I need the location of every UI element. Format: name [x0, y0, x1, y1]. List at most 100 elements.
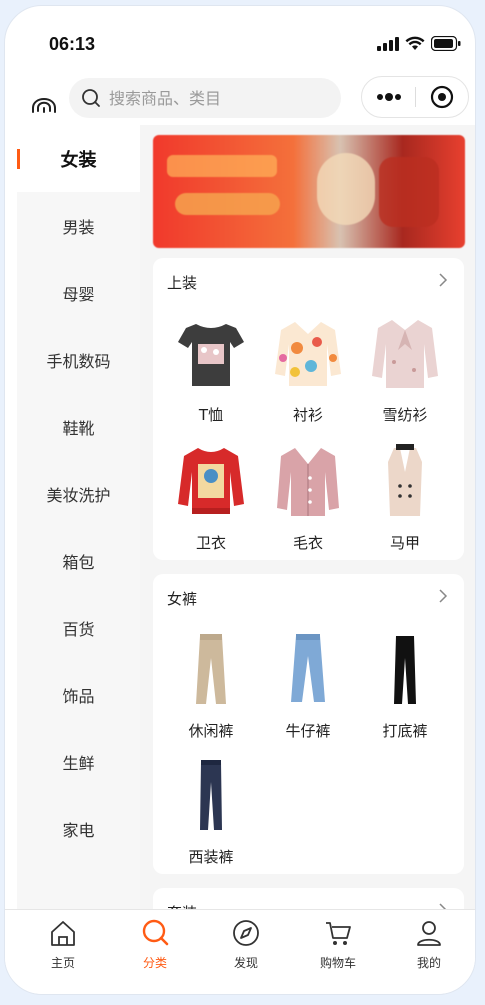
close-miniapp-button[interactable] [416, 77, 468, 117]
search-bar[interactable] [69, 78, 341, 118]
more-button[interactable] [362, 77, 415, 117]
wifi-icon [405, 36, 425, 50]
category-search-icon [142, 919, 169, 946]
category-item-sweatshirt[interactable]: 卫衣 [171, 442, 251, 553]
item-label: 打底裤 [382, 722, 428, 740]
sidebar-item-fresh[interactable]: 生鲜 [17, 728, 140, 795]
category-item-vest[interactable]: 马甲 [365, 442, 445, 553]
sidebar-item-shoes[interactable]: 鞋靴 [17, 393, 140, 460]
chevron-right-icon[interactable] [436, 272, 450, 288]
sidebar-item-label: 箱包 [62, 552, 95, 572]
target-close-icon [430, 85, 454, 109]
section-title: 女裤 [167, 590, 198, 608]
sidebar-item-label: 生鲜 [62, 753, 95, 773]
tab-label: 发现 [233, 956, 258, 970]
status-time: 06:13 [49, 34, 96, 54]
category-item-shirt[interactable]: 衬衫 [268, 314, 348, 425]
sidebar-item-women[interactable]: 女装 [17, 125, 140, 192]
jeans-icon [291, 634, 325, 702]
category-content: 上装 T恤 衬衫 雪纺衫 卫衣 毛衣 马甲 女裤 休闲裤 牛仔裤 打底裤 西装裤 [140, 125, 475, 911]
header [5, 76, 475, 124]
tab-category[interactable]: 分类 [115, 918, 195, 971]
item-label: 马甲 [389, 534, 420, 552]
device-frame: 06:13 搜索商品、类目 女装 男装 母婴 手机数码 鞋靴 美妆洗护 箱包 百… [0, 0, 485, 1005]
tab-label: 主页 [50, 956, 75, 970]
miniapp-capsule [361, 76, 469, 118]
tab-home[interactable]: 主页 [23, 918, 103, 971]
sweatshirt-icon [178, 448, 244, 514]
tab-discover[interactable]: 发现 [206, 918, 286, 971]
sidebar-item-digital[interactable]: 手机数码 [17, 326, 140, 393]
sidebar-item-label: 饰品 [62, 686, 95, 706]
category-item-jeans[interactable]: 牛仔裤 [268, 630, 348, 741]
banner-headline-blur [167, 155, 277, 177]
category-sidebar: 女装 男装 母婴 手机数码 鞋靴 美妆洗护 箱包 百货 饰品 生鲜 家电 [17, 125, 140, 911]
category-item-chiffon[interactable]: 雪纺衫 [365, 314, 445, 425]
banner-product-blur [317, 153, 375, 225]
compass-icon [233, 920, 259, 946]
shirt-icon [275, 322, 341, 386]
sidebar-item-beauty[interactable]: 美妆洗护 [17, 460, 140, 527]
item-label: 雪纺衫 [382, 406, 428, 424]
sidebar-item-label: 家电 [62, 820, 95, 840]
item-label: T恤 [198, 406, 224, 424]
banner-button-blur [175, 193, 280, 215]
category-item-leggings[interactable]: 打底裤 [365, 630, 445, 741]
item-label: 休闲裤 [188, 722, 234, 740]
sidebar-item-label: 百货 [62, 619, 95, 639]
sidebar-item-appliances[interactable]: 家电 [17, 795, 140, 862]
sidebar-item-label: 母婴 [62, 284, 95, 304]
search-icon [82, 89, 100, 107]
tab-label: 购物车 [319, 956, 356, 970]
casual-pants-icon [196, 634, 226, 704]
sidebar-item-baby[interactable]: 母婴 [17, 259, 140, 326]
more-dots-icon [376, 93, 401, 101]
sidebar-item-jewelry[interactable]: 饰品 [17, 661, 140, 728]
category-item-casual-pants[interactable]: 休闲裤 [171, 630, 251, 741]
section-card-tops: 上装 T恤 衬衫 雪纺衫 卫衣 毛衣 马甲 [153, 258, 464, 560]
section-title: 上装 [167, 274, 198, 292]
status-bar: 06:13 [5, 6, 475, 76]
battery-icon [431, 36, 461, 51]
tab-label: 我的 [416, 956, 441, 970]
sidebar-item-general[interactable]: 百货 [17, 594, 140, 661]
sidebar-item-label: 美妆洗护 [46, 485, 111, 505]
sidebar-item-label: 手机数码 [46, 351, 111, 371]
bottom-tab-bar: 主页 分类 发现 购物车 我的 [5, 909, 475, 994]
phone-screen: 06:13 搜索商品、类目 女装 男装 母婴 手机数码 鞋靴 美妆洗护 箱包 百… [4, 5, 476, 995]
tab-profile[interactable]: 我的 [389, 918, 469, 971]
sidebar-item-label: 男装 [62, 217, 95, 237]
banner-product-blur [379, 157, 439, 227]
signal-icon [377, 36, 399, 51]
search-input[interactable] [109, 88, 309, 108]
promo-banner[interactable] [153, 135, 465, 248]
sweater-icon [277, 448, 339, 516]
item-label: 西装裤 [188, 848, 234, 866]
item-label: 毛衣 [292, 534, 323, 552]
tab-cart[interactable]: 购物车 [298, 918, 378, 971]
chiffon-blouse-icon [372, 320, 438, 388]
vest-icon [388, 444, 422, 516]
category-item-tshirt[interactable]: T恤 [171, 314, 251, 425]
sidebar-item-label: 鞋靴 [62, 418, 95, 438]
chevron-right-icon[interactable] [436, 588, 450, 604]
leggings-icon [394, 636, 416, 704]
home-icon [51, 921, 75, 946]
profile-icon [417, 921, 441, 946]
sidebar-item-label: 女装 [60, 149, 97, 171]
logo-icon[interactable] [29, 86, 59, 116]
item-label: 牛仔裤 [285, 722, 331, 740]
section-card-pants: 女裤 休闲裤 牛仔裤 打底裤 西装裤 [153, 574, 464, 874]
section-card-sets: 套装 [153, 888, 464, 911]
suit-pants-icon [200, 760, 222, 830]
sidebar-item-bags[interactable]: 箱包 [17, 527, 140, 594]
tshirt-icon [178, 324, 244, 386]
cart-icon [326, 922, 351, 945]
tab-label: 分类 [142, 956, 167, 970]
status-icons [377, 36, 461, 51]
sidebar-item-men[interactable]: 男装 [17, 192, 140, 259]
item-label: 卫衣 [195, 534, 226, 552]
item-label: 衬衫 [292, 406, 323, 424]
category-item-suit-pants[interactable]: 西装裤 [171, 756, 251, 867]
category-item-sweater[interactable]: 毛衣 [268, 442, 348, 553]
